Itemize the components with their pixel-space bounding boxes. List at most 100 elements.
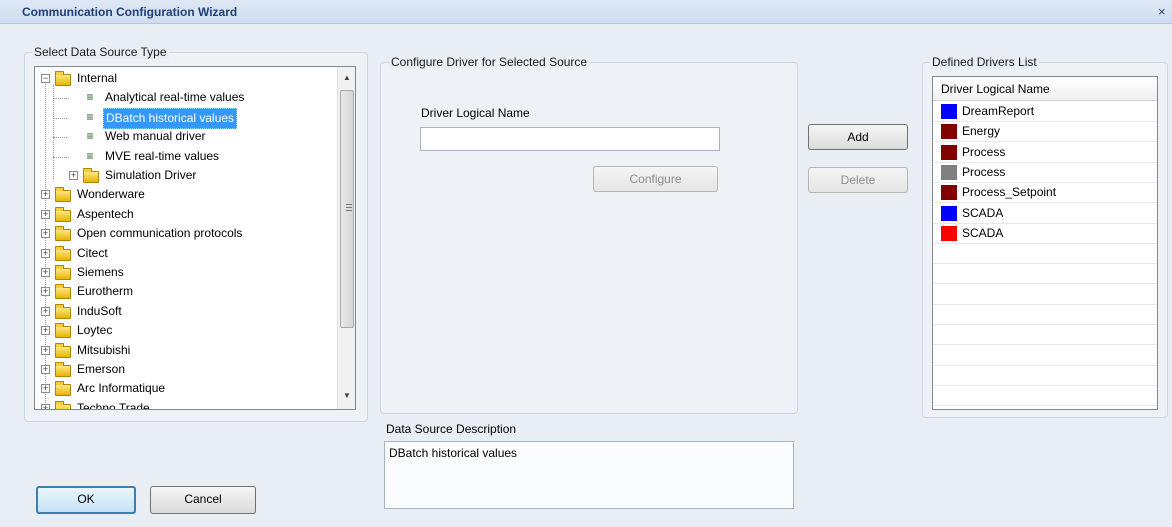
tree-item[interactable]: + Siemens — [35, 263, 335, 282]
tree-item[interactable]: + Simulation Driver — [35, 166, 335, 185]
color-swatch — [941, 144, 957, 160]
driver-row — [933, 346, 1157, 366]
description-text: DBatch historical values — [389, 446, 518, 460]
folder-icon — [55, 245, 71, 261]
tree-item-label: Mitsubishi — [77, 342, 131, 357]
tree-item[interactable]: + Loytec — [35, 321, 335, 340]
expand-icon[interactable]: + — [41, 306, 50, 316]
tree-scrollbar[interactable]: ▲ ▼ — [337, 67, 355, 409]
driver-name: SCADA — [962, 205, 1004, 220]
driver-logical-name-label: Driver Logical Name — [421, 106, 530, 120]
description-label: Data Source Description — [386, 422, 517, 436]
folder-icon — [55, 226, 71, 242]
driver-icon: ≡ — [86, 148, 94, 163]
tree-item-label: Loytec — [77, 323, 113, 338]
expand-icon[interactable]: + — [69, 171, 78, 180]
tree-item-label: Citect — [77, 245, 108, 260]
tree-item-label: Eurotherm — [77, 284, 134, 299]
tree-item-label: Analytical real-time values — [105, 90, 245, 105]
window-title: Communication Configuration Wizard — [22, 5, 238, 19]
driver-row[interactable]: Process — [933, 143, 1157, 163]
tree-item[interactable]: − Internal — [35, 69, 335, 88]
driver-row[interactable]: Process_Setpoint — [933, 183, 1157, 204]
folder-icon — [55, 284, 71, 300]
driver-icon: ≡ — [86, 109, 94, 124]
ok-button[interactable]: OK — [36, 486, 136, 514]
tree-item[interactable]: ≡ DBatch historical values — [35, 107, 335, 129]
close-icon[interactable]: × — [1158, 4, 1172, 20]
driver-row — [933, 305, 1157, 325]
tree-item[interactable]: + Arc Informatique — [35, 379, 335, 398]
tree-item[interactable]: + Techno Trade — [35, 399, 335, 409]
folder-icon — [55, 362, 71, 377]
tree-item[interactable]: + Emerson — [35, 360, 335, 379]
description-box: DBatch historical values — [384, 441, 794, 509]
expand-icon[interactable]: + — [41, 190, 50, 200]
wizard-window: Communication Configuration Wizard × Sel… — [0, 0, 1172, 527]
driver-name: DreamReport — [962, 104, 1035, 118]
tree-item[interactable]: ≡ Web manual driver — [35, 127, 335, 146]
driver-row — [933, 264, 1157, 285]
source-type-tree[interactable]: − Internal ≡ Analytical real-time values ≡ DB… — [34, 66, 356, 410]
tree-item[interactable]: + Open communication protocols — [35, 224, 335, 243]
driver-name: Process — [962, 144, 1006, 159]
folder-icon — [55, 342, 71, 358]
expand-icon[interactable]: + — [41, 229, 50, 239]
expand-icon[interactable]: + — [41, 268, 50, 277]
folder-icon — [55, 381, 71, 397]
tree-item-label: Aspentech — [77, 206, 134, 221]
tree-item[interactable]: + InduSoft — [35, 302, 335, 321]
driver-icon: ≡ — [86, 129, 94, 144]
driver-row[interactable]: DreamReport — [933, 102, 1157, 122]
color-swatch — [941, 185, 957, 201]
tree-item-label: Wonderware — [77, 187, 145, 202]
driver-name: Energy — [962, 124, 1001, 139]
tree-item[interactable]: ≡ MVE real-time values — [35, 147, 335, 166]
color-swatch — [941, 104, 957, 119]
expand-icon[interactable]: + — [41, 248, 50, 258]
expand-icon[interactable]: + — [41, 345, 50, 355]
expand-icon[interactable]: + — [41, 326, 50, 336]
tree-item[interactable]: + Citect — [35, 244, 335, 263]
driver-row[interactable]: Process — [933, 163, 1157, 183]
expand-icon[interactable]: + — [41, 365, 50, 374]
delete-button[interactable]: Delete — [808, 167, 908, 193]
color-swatch — [941, 164, 957, 180]
scroll-thumb[interactable] — [340, 90, 354, 328]
tree-item-label: InduSoft — [77, 303, 122, 318]
tree-item[interactable]: + Mitsubishi — [35, 341, 335, 360]
tree-item-label: DBatch historical values — [103, 107, 238, 129]
expand-icon[interactable]: + — [41, 209, 50, 219]
tree-item-label: Emerson — [77, 362, 126, 376]
driver-name: Process — [962, 164, 1006, 179]
drivers-list-group-label: Defined Drivers List — [930, 55, 1039, 69]
folder-icon — [55, 323, 71, 339]
tree-item[interactable]: ≡ Analytical real-time values — [35, 88, 335, 107]
expand-icon[interactable]: + — [41, 384, 50, 394]
driver-row[interactable]: Energy — [933, 122, 1157, 143]
cancel-button[interactable]: Cancel — [150, 486, 256, 514]
tree-item-label: Internal — [77, 71, 118, 85]
scroll-up-icon[interactable]: ▲ — [338, 69, 356, 86]
folder-icon — [55, 71, 71, 86]
driver-row — [933, 325, 1157, 346]
tree-item[interactable]: + Eurotherm — [35, 282, 335, 301]
expand-icon[interactable]: + — [41, 287, 50, 297]
driver-row[interactable]: SCADA — [933, 224, 1157, 244]
driver-row — [933, 244, 1157, 265]
color-swatch — [941, 225, 957, 241]
expand-icon[interactable]: + — [41, 403, 50, 409]
configure-driver-group-label: Configure Driver for Selected Source — [389, 55, 590, 69]
driver-row[interactable]: SCADA — [933, 204, 1157, 224]
drivers-column-header[interactable]: Driver Logical Name — [933, 77, 1157, 101]
add-button[interactable]: Add — [808, 124, 908, 150]
tree-item[interactable]: + Wonderware — [35, 185, 335, 204]
driver-name: SCADA — [962, 225, 1004, 240]
configure-button[interactable]: Configure — [593, 166, 718, 192]
driver-logical-name-input[interactable] — [420, 127, 720, 151]
scroll-down-icon[interactable]: ▼ — [338, 387, 356, 404]
drivers-list[interactable]: Driver Logical Name DreamReport Energy Pro… — [932, 76, 1158, 410]
tree-item[interactable]: + Aspentech — [35, 205, 335, 224]
collapse-icon[interactable]: − — [41, 74, 50, 83]
folder-icon — [55, 187, 71, 203]
